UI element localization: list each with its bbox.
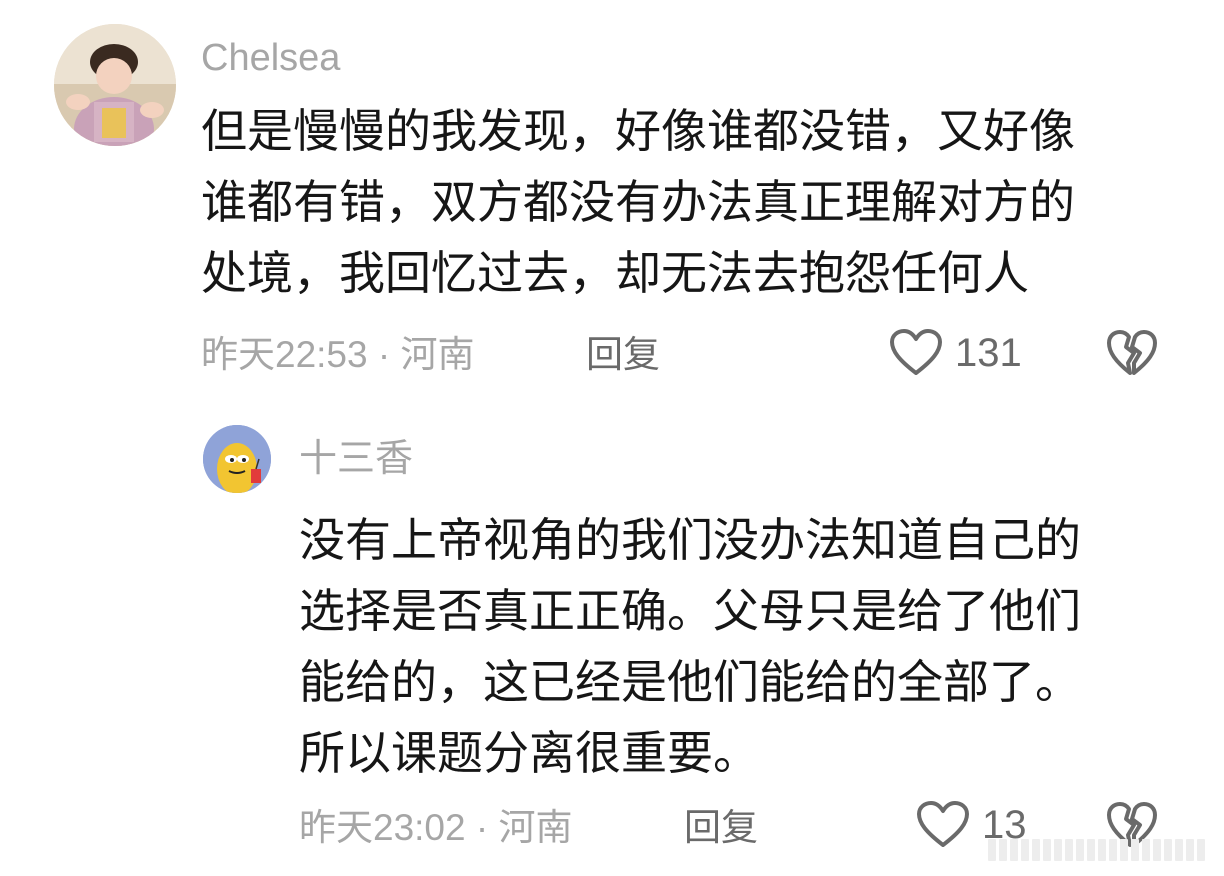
watermark-bar [1098,839,1106,861]
comment-text-line: 谁都有错，双方都没有办法真正理解对方的 [201,175,1075,229]
comment-text-line: 但是慢慢的我发现，好像谁都没错，又好像 [201,104,1075,158]
like-button[interactable]: 131 [889,329,1022,377]
watermark-bar [999,839,1007,861]
comment-username[interactable]: 十三香 [299,440,413,478]
watermark-bar [1175,839,1183,861]
watermark [988,836,1210,864]
comment-text-line: 没有上帝视角的我们没办法知道自己的 [299,513,1081,567]
user-avatar[interactable] [54,24,176,146]
child-photo-avatar-icon [54,24,176,146]
watermark-bar [1065,839,1073,861]
watermark-bar [1142,839,1150,861]
comment-text-line: 选择是否真正正确。父母只是给了他们 [299,584,1081,638]
watermark-bar [1021,839,1029,861]
user-avatar[interactable] [203,425,271,493]
heart-icon [890,329,942,375]
comment-text: 没有上帝视角的我们没办法知道自己的 选择是否真正正确。父母只是给了他们 能给的，… [299,505,1081,789]
watermark-bar [1120,839,1128,861]
watermark-bar [1186,839,1194,861]
like-count: 131 [955,331,1022,375]
cartoon-fish-avatar-icon [203,425,271,493]
comment-timestamp-location: 昨天23:02 · 河南 [299,807,573,848]
watermark-bar [1043,839,1051,861]
broken-heart-icon [1107,330,1157,375]
watermark-bar [1197,839,1205,861]
comment-text-line: 所以课题分离很重要。 [299,726,759,780]
comment-text: 但是慢慢的我发现，好像谁都没错，又好像 谁都有错，双方都没有办法真正理解对方的 … [201,96,1075,309]
watermark-bar [1010,839,1018,861]
watermark-bar [1109,839,1117,861]
dislike-button[interactable] [1106,329,1158,381]
comment-username[interactable]: Chelsea [201,39,340,77]
reply-button[interactable]: 回复 [586,336,660,373]
watermark-bar [1032,839,1040,861]
comment-text-line: 处境，我回忆过去，却无法去抱怨任何人 [201,246,1029,300]
watermark-bar [1076,839,1084,861]
comment-timestamp-location: 昨天22:53 · 河南 [201,334,475,375]
heart-icon [917,801,969,847]
comment-text-line: 能给的，这已经是他们能给的全部了。 [299,655,1081,709]
watermark-bar [1087,839,1095,861]
watermark-bar [1054,839,1062,861]
watermark-bar [1153,839,1161,861]
watermark-bar [1164,839,1172,861]
watermark-bar [988,839,996,861]
watermark-bar [1131,839,1139,861]
reply-button[interactable]: 回复 [684,809,758,846]
